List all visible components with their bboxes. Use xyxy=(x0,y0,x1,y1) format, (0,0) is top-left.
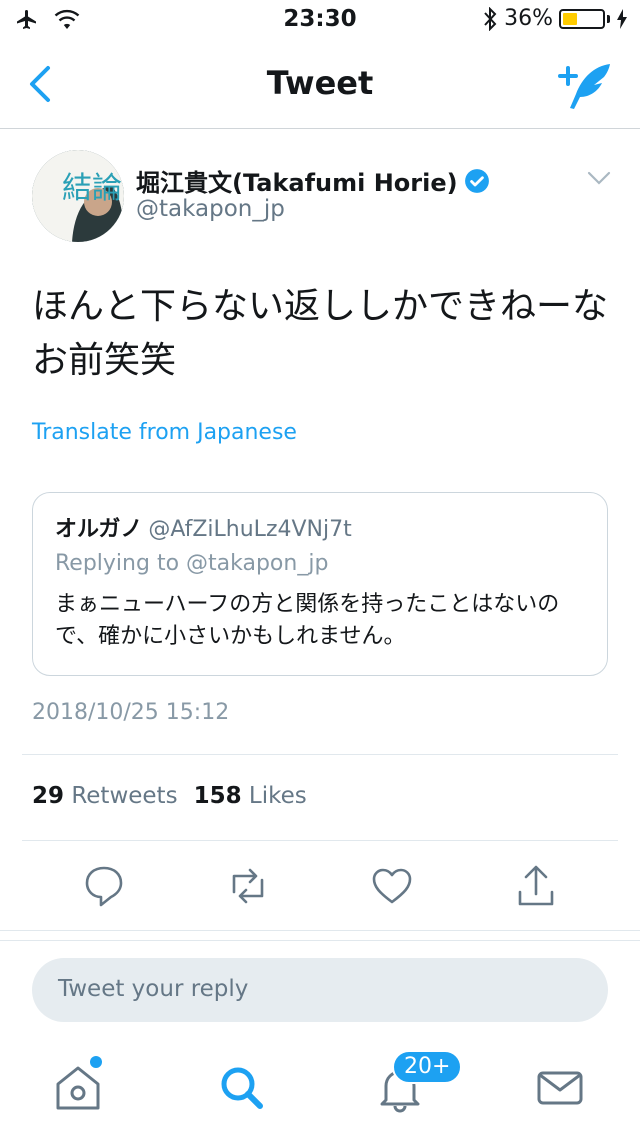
likes-label: Likes xyxy=(248,783,307,809)
author-name-row[interactable]: 堀江貴文(Takafumi Horie) xyxy=(136,163,490,198)
battery-icon xyxy=(559,8,605,29)
quoted-text: まぁニューハーフの方と関係を持ったことはないので、確かに小さいかもしれません。 xyxy=(55,592,560,649)
retweets-stat[interactable]: 29 Retweets xyxy=(32,783,178,809)
author-name[interactable]: 堀江貴文(Takafumi Horie) xyxy=(136,163,458,198)
tweet-stats: 29 Retweets 158 Likes xyxy=(32,783,307,809)
tab-bar xyxy=(0,1040,640,1136)
reply-input[interactable]: Tweet your reply xyxy=(32,958,608,1022)
quoted-header: オルガノ @AfZiLhuLz4VNj7t xyxy=(55,511,352,543)
battery-fill xyxy=(563,12,577,25)
notifications-badge: 20+ xyxy=(392,1050,463,1084)
tweet-timestamp: 2018/10/25 15:12 xyxy=(32,700,230,725)
likes-stat[interactable]: 158 Likes xyxy=(194,783,307,809)
nav-bar: Tweet xyxy=(0,40,640,129)
quoted-author-handle: @AfZiLhuLz4VNj7t xyxy=(148,517,352,542)
reply-icon[interactable] xyxy=(82,862,126,910)
compose-tweet-icon[interactable] xyxy=(558,60,614,112)
author-handle[interactable]: @takapon_jp xyxy=(136,196,285,222)
avatar[interactable]: 結論 xyxy=(32,150,124,242)
like-heart-icon[interactable] xyxy=(370,862,414,910)
chevron-down-icon[interactable] xyxy=(586,168,612,188)
translate-link[interactable]: Translate from Japanese xyxy=(32,420,297,445)
status-right: 36% xyxy=(482,6,628,31)
battery-percent: 36% xyxy=(504,6,553,31)
tweet-text: ほんと下らない返ししかできねーなお前笑笑 xyxy=(32,286,609,381)
home-unread-dot xyxy=(90,1056,102,1068)
search-icon[interactable] xyxy=(214,1060,270,1116)
retweets-count: 29 xyxy=(32,783,65,809)
divider xyxy=(22,754,618,755)
messages-envelope-icon[interactable] xyxy=(532,1060,588,1116)
home-icon[interactable] xyxy=(50,1060,106,1116)
verified-badge-icon xyxy=(464,168,489,193)
retweet-icon[interactable] xyxy=(226,862,270,910)
divider xyxy=(22,840,618,841)
quoted-tweet[interactable]: オルガノ @AfZiLhuLz4VNj7t Replying to @takapo… xyxy=(32,492,608,676)
quoted-replying-to: Replying to @takapon_jp xyxy=(55,551,329,576)
reply-placeholder: Tweet your reply xyxy=(58,976,249,1002)
tweet-actions xyxy=(0,862,640,912)
divider xyxy=(0,930,640,931)
likes-count: 158 xyxy=(193,783,242,809)
retweets-label: Retweets xyxy=(71,783,178,809)
bluetooth-icon xyxy=(484,6,497,31)
page-title: Tweet xyxy=(266,64,374,102)
share-icon[interactable] xyxy=(514,862,558,910)
avatar-image: 結論 xyxy=(32,150,124,242)
status-bar: 23:30 36% xyxy=(0,0,640,40)
quoted-author-name: オルガノ xyxy=(55,517,143,542)
battery-tip xyxy=(607,14,610,23)
avatar-text: 結論 xyxy=(62,171,122,206)
divider xyxy=(0,940,640,941)
charging-icon xyxy=(617,8,627,29)
